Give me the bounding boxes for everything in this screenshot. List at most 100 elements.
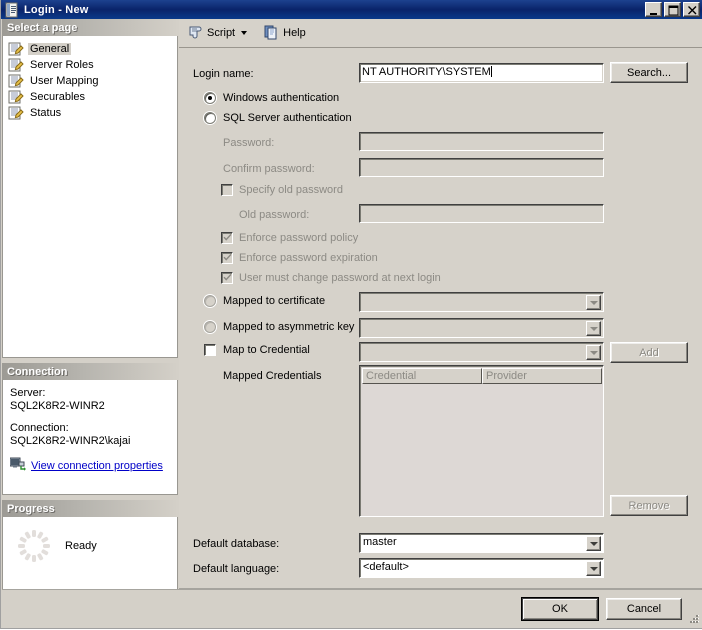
page-list: General Server Roles (2, 36, 178, 358)
script-button[interactable]: Script (183, 22, 251, 44)
windows-authentication-radio[interactable] (204, 92, 216, 104)
credential-combo[interactable] (359, 342, 604, 362)
ok-button[interactable]: OK (522, 598, 598, 620)
progress-panel: Ready (2, 517, 178, 592)
close-button[interactable] (683, 2, 700, 17)
asymmetric-key-combo[interactable] (359, 318, 604, 338)
connection-panel: Server: SQL2K8R2-WINR2 Connection: SQL2K… (2, 380, 178, 495)
sidebar-item-label: General (28, 43, 71, 55)
maximize-button[interactable] (664, 2, 681, 17)
sidebar-item-securables[interactable]: Securables (3, 89, 177, 105)
user-must-change-password-checkbox[interactable] (221, 272, 233, 284)
chevron-down-icon[interactable] (586, 561, 601, 576)
chevron-down-icon[interactable] (586, 345, 601, 360)
enforce-password-policy-label: Enforce password policy (239, 232, 358, 244)
mapped-to-asymmetric-key-radio[interactable] (204, 321, 216, 333)
progress-status: Ready (65, 540, 97, 552)
login-name-label: Login name: (193, 68, 254, 80)
enforce-password-expiration-checkbox[interactable] (221, 252, 233, 264)
server-value: SQL2K8R2-WINR2 (3, 400, 177, 413)
select-a-page-header: Select a page (2, 19, 178, 36)
chevron-down-icon[interactable] (586, 295, 601, 310)
specify-old-password-label: Specify old password (239, 184, 343, 196)
search-button[interactable]: Search... (610, 62, 688, 83)
password-input[interactable] (359, 132, 604, 151)
connection-computer-icon (10, 457, 26, 474)
cancel-button[interactable]: Cancel (606, 598, 682, 620)
sql-server-authentication-label: SQL Server authentication (223, 112, 352, 124)
sidebar-item-server-roles[interactable]: Server Roles (3, 57, 177, 73)
script-label: Script (207, 27, 235, 39)
add-button[interactable]: Add (610, 342, 688, 363)
grid-column-provider[interactable]: Provider (482, 368, 602, 384)
sidebar-item-label: User Mapping (28, 75, 100, 87)
certificate-combo[interactable] (359, 292, 604, 312)
progress-header: Progress (2, 500, 178, 517)
page-user-mapping-icon (8, 74, 24, 88)
window-controls (645, 2, 700, 17)
connection-label: Connection: (3, 422, 177, 435)
help-button[interactable]: Help (259, 22, 310, 44)
view-connection-properties-link[interactable]: View connection properties (31, 460, 163, 472)
mapped-credentials-grid[interactable]: Credential Provider (359, 365, 604, 517)
chevron-down-icon[interactable] (241, 31, 247, 35)
view-connection-properties-row[interactable]: View connection properties (3, 457, 177, 474)
user-must-change-password-label: User must change password at next login (239, 272, 441, 284)
default-database-value: master (363, 536, 397, 548)
old-password-label: Old password: (239, 209, 309, 221)
connection-header: Connection (2, 363, 178, 380)
dialog-toolbar: Script Help (179, 19, 702, 48)
dialog-footer: OK Cancel (2, 589, 702, 628)
progress-spinner-icon (17, 529, 51, 563)
text-caret (491, 66, 492, 77)
chevron-down-icon[interactable] (586, 536, 601, 551)
connection-value: SQL2K8R2-WINR2\kajai (3, 435, 177, 448)
remove-button[interactable]: Remove (610, 495, 688, 516)
sidebar-item-general[interactable]: General (3, 41, 177, 57)
grid-column-credential[interactable]: Credential (362, 368, 482, 384)
login-name-input[interactable]: NT AUTHORITY\SYSTEM (359, 63, 604, 83)
page-general-icon (8, 42, 24, 56)
default-language-label: Default language: (193, 563, 279, 575)
login-window-icon (4, 2, 20, 18)
enforce-password-policy-checkbox[interactable] (221, 232, 233, 244)
title-bar[interactable]: Login - New (1, 0, 702, 19)
password-label: Password: (223, 137, 274, 149)
sql-server-authentication-radio[interactable] (204, 112, 216, 124)
default-language-value: <default> (363, 561, 409, 573)
sidebar-item-label: Server Roles (28, 59, 96, 71)
default-database-label: Default database: (193, 538, 279, 550)
mapped-to-certificate-radio[interactable] (204, 295, 216, 307)
chevron-down-icon[interactable] (586, 321, 601, 336)
confirm-password-input[interactable] (359, 158, 604, 177)
sidebar-item-status[interactable]: Status (3, 105, 177, 121)
grid-header-row: Credential Provider (362, 368, 602, 384)
page-securables-icon (8, 90, 24, 104)
check-icon (223, 273, 232, 282)
specify-old-password-checkbox[interactable] (221, 184, 233, 196)
default-language-combo[interactable]: <default> (359, 558, 604, 578)
sidebar-item-label: Status (28, 107, 63, 119)
left-panel: Select a page General (2, 19, 178, 589)
help-book-icon (263, 24, 279, 43)
confirm-password-label: Confirm password: (223, 163, 315, 175)
check-icon (223, 233, 232, 242)
login-name-value: NT AUTHORITY\SYSTEM (362, 66, 491, 78)
mapped-to-asymmetric-key-label: Mapped to asymmetric key (223, 321, 354, 333)
map-to-credential-label: Map to Credential (223, 344, 310, 356)
server-label: Server: (3, 387, 177, 400)
help-label: Help (283, 27, 306, 39)
enforce-password-expiration-label: Enforce password expiration (239, 252, 378, 264)
script-scroll-icon (187, 24, 203, 43)
page-server-roles-icon (8, 58, 24, 72)
radio-dot (208, 96, 212, 100)
login-new-dialog: Login - New (0, 0, 702, 629)
map-to-credential-checkbox[interactable] (204, 344, 216, 356)
sidebar-item-user-mapping[interactable]: User Mapping (3, 73, 177, 89)
resize-grip[interactable] (686, 613, 700, 627)
default-database-combo[interactable]: master (359, 533, 604, 553)
old-password-input[interactable] (359, 204, 604, 223)
mapped-to-certificate-label: Mapped to certificate (223, 295, 325, 307)
minimize-button[interactable] (645, 2, 662, 17)
general-page-panel: Login name: NT AUTHORITY\SYSTEM Search..… (179, 48, 702, 589)
